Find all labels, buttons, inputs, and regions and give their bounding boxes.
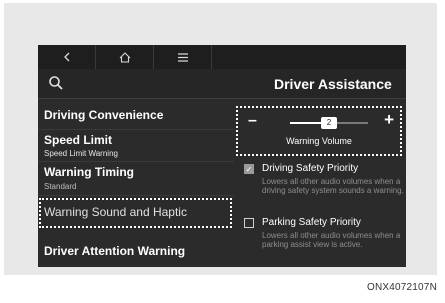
option-description: Lowers all other audio volumes when a pa…: [262, 231, 401, 249]
top-bar: [38, 45, 406, 69]
menu-item-driver-attention-warning[interactable]: Driver Attention Warning: [38, 232, 234, 267]
menu-button[interactable]: [154, 45, 212, 69]
volume-increase-button[interactable]: +: [384, 110, 394, 130]
illustration-frame: Driver Assistance Driving Convenience Sp…: [4, 3, 437, 275]
menu-item-label: Warning Timing: [44, 165, 134, 179]
page-title: Driver Assistance: [274, 76, 392, 92]
parking-safety-priority-checkbox[interactable]: [244, 218, 254, 228]
menu-item-label: Warning Sound and Haptic: [44, 205, 187, 219]
menu-item-warning-sound-and-haptic[interactable]: Warning Sound and Haptic: [38, 198, 234, 230]
search-button[interactable]: [48, 75, 68, 93]
driving-safety-priority-checkbox[interactable]: ✓: [244, 164, 254, 174]
option-title: Parking Safety Priority: [262, 217, 361, 228]
option-title: Driving Safety Priority: [262, 163, 359, 174]
infotainment-screen: Driver Assistance Driving Convenience Sp…: [38, 45, 406, 267]
volume-slider-handle[interactable]: 2: [321, 117, 337, 129]
menu-item-value: Speed Limit Warning: [44, 149, 118, 158]
home-icon: [119, 51, 130, 63]
menu-item-driving-convenience[interactable]: Driving Convenience: [38, 100, 234, 130]
menu-item-label: Speed Limit: [44, 133, 113, 147]
volume-slider[interactable]: 2: [290, 117, 368, 129]
option-description: Lowers all other audio volumes when a dr…: [262, 177, 404, 195]
hamburger-menu-icon: [177, 52, 188, 62]
menu-item-warning-timing[interactable]: Warning Timing Standard: [38, 162, 234, 196]
menu-item-speed-limit[interactable]: Speed Limit Speed Limit Warning: [38, 130, 234, 162]
back-button[interactable]: [38, 45, 96, 69]
figure-code: ONX4072107N: [366, 282, 437, 293]
checkmark-icon: ✓: [245, 165, 253, 174]
warning-volume-control: – 2 + Warning Volume: [236, 106, 402, 156]
settings-detail: – 2 + Warning Volume ✓ Driving Safety Pr…: [234, 100, 406, 267]
menu-item-label: Driver Attention Warning: [44, 244, 186, 258]
header-bar: Driver Assistance: [38, 69, 406, 99]
settings-menu: Driving Convenience Speed Limit Speed Li…: [38, 100, 234, 267]
volume-decrease-button[interactable]: –: [248, 112, 257, 130]
menu-item-label: Driving Convenience: [44, 108, 164, 122]
chevron-left-icon: [63, 52, 69, 62]
search-icon: [49, 76, 63, 90]
menu-item-value: Standard: [44, 182, 77, 191]
home-button[interactable]: [96, 45, 154, 69]
volume-label: Warning Volume: [286, 136, 352, 146]
